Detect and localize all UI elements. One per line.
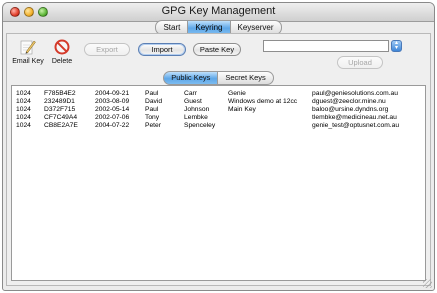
key-size: 1024 xyxy=(16,98,31,105)
first-name: Paul xyxy=(145,90,159,97)
prohibited-icon xyxy=(54,39,70,55)
email: paul@geniesolutions.com.au xyxy=(312,90,398,97)
delete-label: Delete xyxy=(51,58,73,65)
email: tlembke@medicineau.net.au xyxy=(312,114,397,121)
key-size: 1024 xyxy=(16,114,31,121)
chevron-down-icon: ▾ xyxy=(394,45,398,51)
key-id: F785B4E2 xyxy=(44,90,76,97)
keyring-panel: Email Key Delete Export Import Paste Key… xyxy=(6,33,431,286)
last-name: Carr xyxy=(184,90,198,97)
key-size: 1024 xyxy=(16,106,31,113)
key-date: 2003-08-09 xyxy=(95,98,130,105)
paste-key-button[interactable]: Paste Key xyxy=(193,43,241,56)
key-date: 2002-07-06 xyxy=(95,114,130,121)
delete-button[interactable]: Delete xyxy=(45,39,79,65)
import-button[interactable]: Import xyxy=(138,43,186,56)
key-size: 1024 xyxy=(16,90,31,97)
key-date: 2004-07-22 xyxy=(95,122,130,129)
key-id: CF7C49A4 xyxy=(44,114,78,121)
key-type-tabs: Public Keys Secret Keys xyxy=(7,71,430,85)
search-input[interactable] xyxy=(263,40,389,52)
window-title: GPG Key Management xyxy=(161,5,276,17)
app-window: GPG Key Management Start Keyring Keyserv… xyxy=(2,2,435,291)
search-popup-button[interactable]: ▴ ▾ xyxy=(391,40,402,52)
last-name: Spenceley xyxy=(184,122,216,129)
last-name: Lembke xyxy=(184,114,208,121)
resize-grip-icon[interactable] xyxy=(423,279,432,288)
key-date: 2004-09-21 xyxy=(95,90,130,97)
email: dguest@zeeclor.mine.nu xyxy=(312,98,386,105)
first-name: David xyxy=(145,98,163,105)
email: genie_test@optusnet.com.au xyxy=(312,122,400,129)
key-date: 2002-05-14 xyxy=(95,106,130,113)
tab-secret-keys[interactable]: Secret Keys xyxy=(218,71,274,85)
first-name: Tony xyxy=(145,114,160,121)
export-button[interactable]: Export xyxy=(84,43,130,56)
email-key-label: Email Key xyxy=(12,58,44,65)
search-area: ▴ ▾ xyxy=(263,40,403,52)
tab-public-keys[interactable]: Public Keys xyxy=(163,71,219,85)
last-name: Johnson xyxy=(184,106,210,113)
comment: Genie xyxy=(228,90,246,97)
comment: Windows demo at 12cc xyxy=(228,98,298,105)
email-key-button[interactable]: Email Key xyxy=(11,39,45,65)
last-name: Guest xyxy=(184,98,202,105)
email: baloo@ursine.dyndns.org xyxy=(312,106,389,113)
key-size: 1024 xyxy=(16,122,31,129)
key-id: D372F715 xyxy=(44,106,76,113)
comment: Main Key xyxy=(228,106,256,113)
key-id: CB8E2A7E xyxy=(44,122,78,129)
first-name: Peter xyxy=(145,122,161,129)
first-name: Paul xyxy=(145,106,159,113)
keys-table[interactable]: 1024 F785B4E2 2004-09-21 Paul Carr Genie… xyxy=(11,85,426,281)
pencil-icon xyxy=(20,40,36,55)
key-id: 232489D1 xyxy=(44,98,75,105)
upload-button[interactable]: Upload xyxy=(337,56,383,69)
